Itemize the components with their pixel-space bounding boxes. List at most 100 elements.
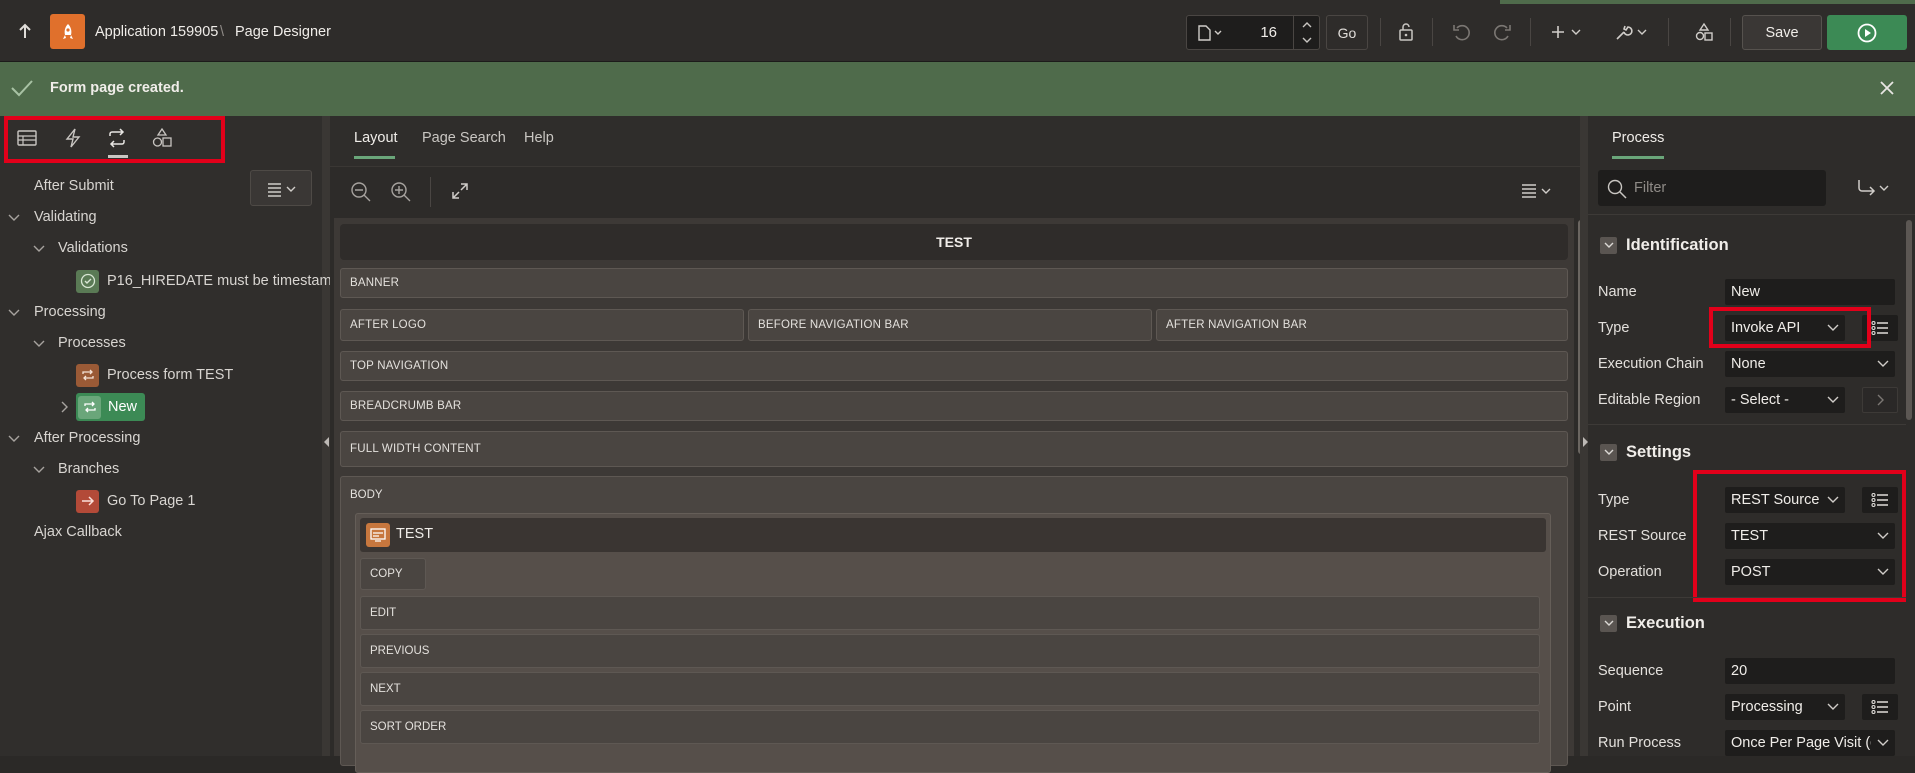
filter-input[interactable]: Filter xyxy=(1598,170,1826,206)
tree-node-validating[interactable]: Validating xyxy=(6,205,97,229)
tree-node-ajax-callback[interactable]: Ajax Callback xyxy=(34,520,122,544)
divider xyxy=(1380,18,1381,46)
section-title: Settings xyxy=(1626,442,1692,461)
save-button[interactable]: Save xyxy=(1742,15,1822,50)
tree-node-processes[interactable]: Processes xyxy=(31,331,126,355)
form-region-header: TEST xyxy=(360,518,1546,552)
region-breadcrumb-bar[interactable]: BREADCRUMB BAR xyxy=(340,391,1568,421)
tab-process[interactable]: Process xyxy=(1612,130,1664,146)
region-before-navigation-bar[interactable]: BEFORE NAVIGATION BAR xyxy=(748,309,1152,341)
form-icon xyxy=(366,523,390,547)
page-selector[interactable]: 16 xyxy=(1186,15,1320,50)
tree-node-new[interactable]: New xyxy=(56,393,146,421)
tree-node-processing[interactable]: Processing xyxy=(6,300,106,324)
chevron-right-icon[interactable] xyxy=(1862,387,1898,413)
chevron-down-icon xyxy=(1877,360,1889,367)
button-region-sort-order[interactable]: SORT ORDER xyxy=(360,710,1540,744)
editable-region-select[interactable]: - Select - xyxy=(1725,387,1845,413)
editable-region-value: - Select - xyxy=(1731,392,1790,408)
point-label: Point xyxy=(1598,699,1632,715)
tree-label: New xyxy=(108,399,138,415)
tab-layout[interactable]: Layout xyxy=(354,130,398,146)
tree-node-go-to-page-1[interactable]: Go To Page 1 xyxy=(76,488,195,514)
region-body[interactable]: BODY TEST COPY EDIT PREVIOUS NEXT SORT O… xyxy=(340,476,1568,773)
region-top-navigation[interactable]: TOP NAVIGATION xyxy=(340,351,1568,381)
section-execution[interactable]: Execution xyxy=(1597,604,1915,642)
undo-icon[interactable] xyxy=(1448,18,1476,46)
tree-node-after-submit[interactable]: After Submit xyxy=(34,174,114,198)
region-after-navigation-bar[interactable]: AFTER NAVIGATION BAR xyxy=(1156,309,1568,341)
sequence-field[interactable]: 20 xyxy=(1725,658,1895,684)
page-number-input[interactable]: 16 xyxy=(1237,24,1277,41)
check-icon xyxy=(10,78,34,98)
shared-components-icon[interactable] xyxy=(1690,18,1718,46)
section-settings[interactable]: Settings xyxy=(1597,433,1915,471)
list-icon[interactable] xyxy=(1862,694,1898,720)
redo-icon[interactable] xyxy=(1488,18,1516,46)
name-label: Name xyxy=(1598,284,1637,300)
go-to-group-icon[interactable] xyxy=(1856,178,1892,198)
divider xyxy=(1588,424,1906,425)
region-full-width-content[interactable]: FULL WIDTH CONTENT xyxy=(340,431,1568,467)
selected-node[interactable]: New xyxy=(76,393,146,421)
collapse-icon[interactable] xyxy=(1600,614,1617,632)
highlight-box xyxy=(1693,470,1906,602)
branch-arrow-icon xyxy=(76,489,99,513)
point-select[interactable]: Processing xyxy=(1725,694,1845,720)
go-button[interactable]: Go xyxy=(1326,15,1368,50)
tree-node-validations[interactable]: Validations xyxy=(31,236,128,260)
expand-icon[interactable] xyxy=(450,181,470,201)
up-arrow-icon[interactable] xyxy=(12,18,38,44)
layout-menu-icon[interactable] xyxy=(1520,181,1556,201)
run-button[interactable] xyxy=(1827,15,1907,50)
wrench-menu-icon[interactable] xyxy=(1612,18,1652,46)
sequence-label: Sequence xyxy=(1598,663,1664,679)
button-region-copy[interactable]: COPY xyxy=(360,558,426,590)
chevron-right-icon xyxy=(61,401,68,413)
page-title-bar[interactable]: TEST xyxy=(340,224,1568,260)
tree-menu-button[interactable] xyxy=(250,170,312,206)
tab-page-search[interactable]: Page Search xyxy=(422,130,506,146)
divider xyxy=(1668,18,1669,46)
page-stepper[interactable] xyxy=(1293,16,1319,49)
run-process-select[interactable]: Once Per Page Visit (de xyxy=(1725,730,1895,756)
lock-icon[interactable] xyxy=(1392,18,1420,46)
divider xyxy=(430,177,431,207)
divider xyxy=(1530,18,1531,46)
tree-node-after-processing[interactable]: After Processing xyxy=(6,426,140,450)
tree-node-process-form-test[interactable]: Process form TEST xyxy=(76,362,233,388)
tree-node-validation-hiredate[interactable]: P16_HIREDATE must be timestamp xyxy=(76,268,340,294)
form-region-test[interactable]: TEST COPY EDIT PREVIOUS NEXT SORT ORDER xyxy=(355,513,1551,773)
app-icon[interactable] xyxy=(50,14,85,49)
region-banner[interactable]: BANNER xyxy=(340,268,1568,298)
success-notification: Form page created. xyxy=(0,62,1915,116)
collapse-icon[interactable] xyxy=(1600,236,1617,254)
button-region-edit[interactable]: EDIT xyxy=(360,596,1540,630)
layout-canvas: TEST BANNER AFTER LOGO BEFORE NAVIGATION… xyxy=(334,218,1574,773)
app-label[interactable]: Application 159905 xyxy=(95,24,218,40)
operation-label: Operation xyxy=(1598,564,1662,580)
add-menu-icon[interactable] xyxy=(1548,18,1588,46)
editable-region-label: Editable Region xyxy=(1598,392,1701,408)
tree-node-branches[interactable]: Branches xyxy=(31,457,119,481)
page-icon[interactable] xyxy=(1197,25,1223,41)
collapse-icon[interactable] xyxy=(1600,443,1617,461)
tree-label: P16_HIREDATE must be timestamp xyxy=(107,273,340,289)
zoom-out-icon[interactable] xyxy=(350,181,372,203)
right-splitter[interactable] xyxy=(1580,116,1588,756)
button-region-next[interactable]: NEXT xyxy=(360,672,1540,706)
section-identification[interactable]: Identification xyxy=(1597,226,1915,264)
chevron-down-icon xyxy=(1827,396,1839,403)
tree-label: After Submit xyxy=(34,178,114,194)
button-region-previous[interactable]: PREVIOUS xyxy=(360,634,1540,668)
execution-chain-select[interactable]: None xyxy=(1725,351,1895,377)
top-toolbar: Application 159905 \ Page Designer 16 Go… xyxy=(0,0,1915,62)
name-field[interactable]: New xyxy=(1725,279,1895,305)
close-icon[interactable] xyxy=(1879,80,1895,96)
settings-type-label: Type xyxy=(1598,492,1630,508)
notification-message: Form page created. xyxy=(50,80,184,96)
region-after-logo[interactable]: AFTER LOGO xyxy=(340,309,744,341)
zoom-in-icon[interactable] xyxy=(390,181,412,203)
left-splitter[interactable] xyxy=(322,116,330,756)
tab-help[interactable]: Help xyxy=(524,130,554,146)
